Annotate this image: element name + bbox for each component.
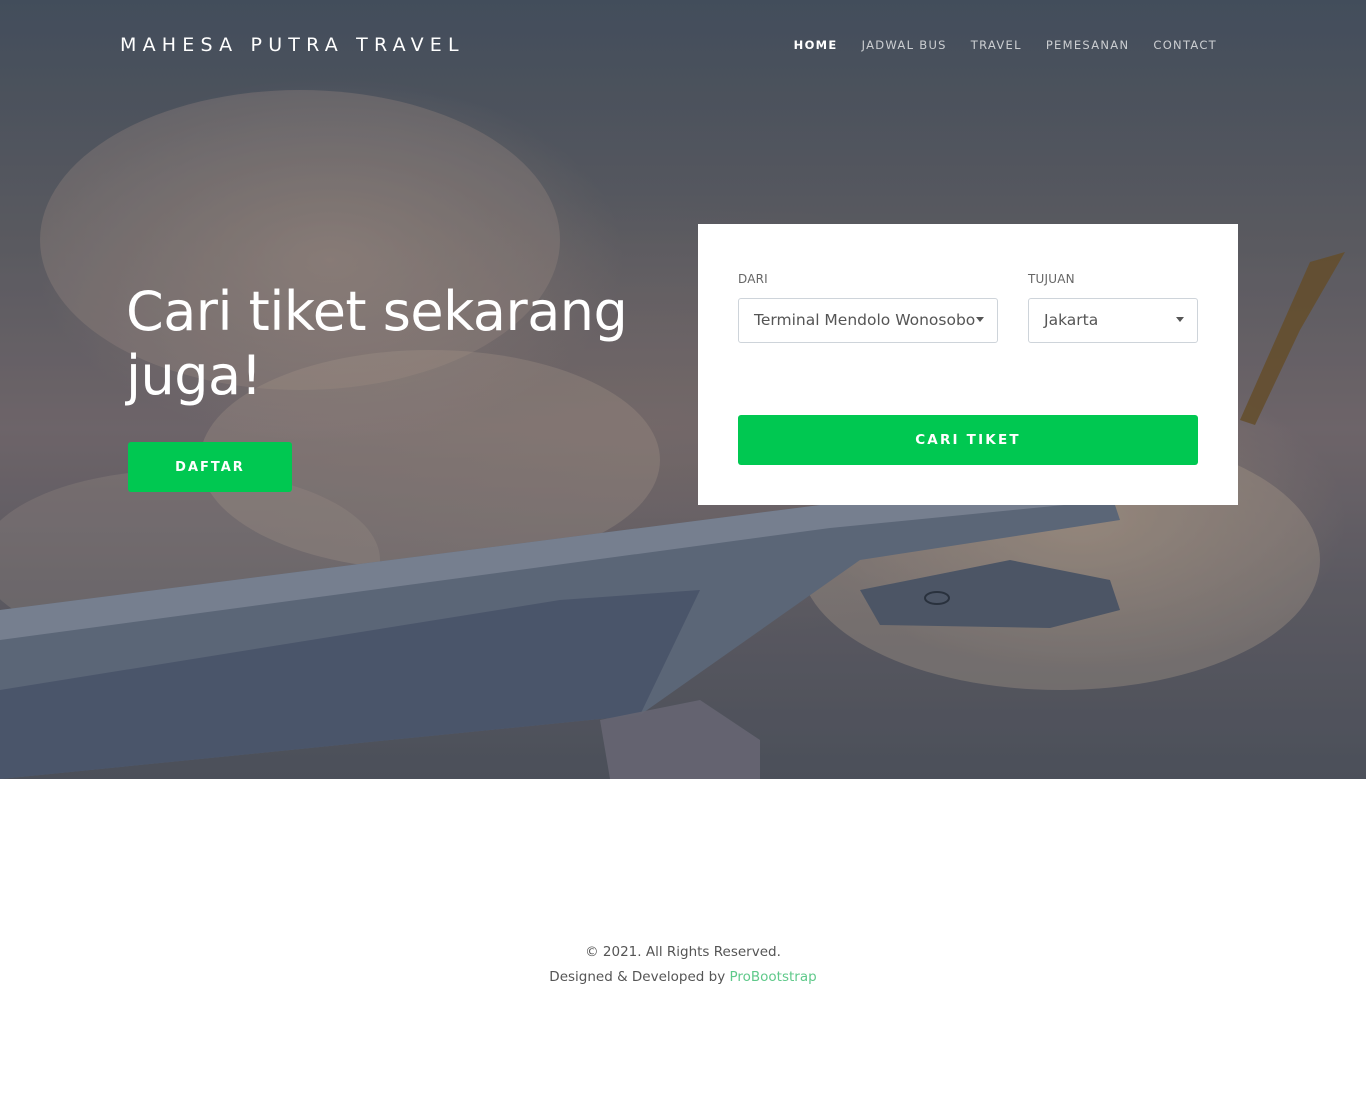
- nav-item-contact[interactable]: CONTACT: [1153, 38, 1217, 52]
- search-card: DARI Terminal Mendolo Wonosobo TUJUAN Ja…: [698, 224, 1238, 505]
- to-select[interactable]: Jakarta: [1028, 298, 1198, 343]
- footer: © 2021. All Rights Reserved. Designed & …: [0, 940, 1366, 990]
- nav-item-home[interactable]: HOME: [794, 38, 838, 52]
- from-select-value: Terminal Mendolo Wonosobo: [754, 311, 976, 329]
- daftar-button[interactable]: DAFTAR: [128, 442, 292, 492]
- nav-item-pemesanan[interactable]: PEMESANAN: [1046, 38, 1130, 52]
- footer-copyright: © 2021. All Rights Reserved.: [585, 944, 781, 960]
- brand-logo[interactable]: MAHESA PUTRA TRAVEL: [120, 34, 465, 56]
- main-nav: HOME JADWAL BUS TRAVEL PEMESANAN CONTACT: [770, 38, 1217, 52]
- footer-credit: Designed & Developed by ProBootstrap: [0, 965, 1366, 990]
- chevron-down-icon: [976, 317, 984, 322]
- nav-item-travel[interactable]: TRAVEL: [971, 38, 1022, 52]
- hero-title: Cari tiket sekarang juga!: [126, 280, 628, 407]
- to-label: TUJUAN: [1028, 272, 1075, 286]
- chevron-down-icon: [1176, 317, 1184, 322]
- nav-item-jadwal-bus[interactable]: JADWAL BUS: [862, 38, 947, 52]
- cari-tiket-button[interactable]: CARI TIKET: [738, 415, 1198, 465]
- footer-credit-link[interactable]: ProBootstrap: [729, 969, 816, 985]
- hero-section: MAHESA PUTRA TRAVEL HOME JADWAL BUS TRAV…: [0, 0, 1366, 779]
- from-select[interactable]: Terminal Mendolo Wonosobo: [738, 298, 998, 343]
- footer-credit-prefix: Designed & Developed by: [549, 969, 730, 985]
- to-select-value: Jakarta: [1044, 311, 1099, 329]
- from-label: DARI: [738, 272, 768, 286]
